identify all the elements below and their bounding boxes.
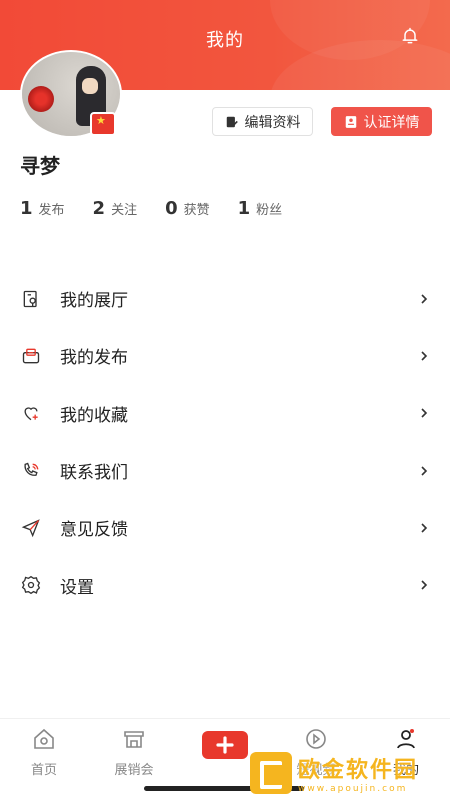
- menu-item-label: 我的发布: [60, 348, 128, 369]
- id-card-icon: [345, 115, 356, 128]
- menu-item-feedback[interactable]: 意见反馈: [0, 499, 450, 556]
- chevron-right-icon: [421, 465, 428, 476]
- stat-number: 1: [237, 198, 251, 219]
- stat-number: 0: [165, 198, 178, 219]
- stat-following[interactable]: 2 关注: [93, 198, 138, 219]
- profile-menu: 我的展厅 我的发布 我的收藏 联系我们 意见反馈 设置: [0, 270, 450, 614]
- stat-number: 1: [20, 198, 33, 219]
- menu-item-label: 我的展厅: [60, 291, 128, 312]
- stat-likes[interactable]: 0 获赞: [165, 198, 210, 219]
- tab-exhibition[interactable]: 展销会: [94, 727, 174, 778]
- menu-item-publish[interactable]: 我的发布: [0, 327, 450, 384]
- send-feedback-icon: [20, 517, 42, 539]
- edit-icon: [226, 116, 238, 127]
- stat-number: 2: [92, 198, 106, 219]
- add-post-button[interactable]: [202, 731, 248, 759]
- profile-icon: [397, 729, 415, 749]
- tab-label: 首页: [30, 763, 57, 778]
- menu-item-label: 联系我们: [60, 463, 128, 484]
- phone-icon: [20, 460, 42, 482]
- chevron-right-icon: [421, 580, 428, 590]
- stat-posts[interactable]: 1 发布: [20, 198, 65, 219]
- stat-label: 发布: [38, 203, 65, 218]
- menu-item-label: 我的收藏: [60, 405, 128, 426]
- home-icon: [34, 728, 54, 749]
- publish-icon: [20, 345, 42, 367]
- username: 寻梦: [20, 154, 60, 178]
- chevron-right-icon: [421, 523, 428, 533]
- menu-item-favorites[interactable]: 我的收藏: [0, 385, 450, 442]
- page-title: 我的: [206, 30, 244, 51]
- watermark-url: www.apoujin.com: [298, 784, 408, 794]
- chevron-right-icon: [421, 351, 428, 361]
- menu-item-settings[interactable]: 设置: [0, 556, 450, 613]
- menu-item-contact[interactable]: 联系我们: [0, 442, 450, 499]
- tab-label: 展销会: [114, 763, 154, 778]
- stat-label: 获赞: [183, 203, 210, 218]
- watermark: 欧金软件园 www.apoujin.com: [250, 750, 445, 796]
- chevron-right-icon: [421, 294, 428, 304]
- settings-gear-icon: [20, 574, 42, 596]
- watermark-logo-icon: [250, 752, 292, 794]
- tab-home[interactable]: 首页: [4, 727, 84, 778]
- certification-details-button[interactable]: 认证详情: [331, 107, 432, 136]
- bell-icon[interactable]: [400, 26, 420, 46]
- video-icon: [306, 729, 326, 749]
- certification-label: 认证详情: [363, 114, 420, 131]
- menu-item-showroom[interactable]: 我的展厅: [0, 270, 450, 327]
- watermark-text: 欧金软件园: [298, 758, 419, 783]
- edit-profile-label: 编辑资料: [244, 114, 301, 131]
- menu-item-label: 设置: [60, 577, 94, 598]
- stat-label: 粉丝: [256, 203, 283, 218]
- stat-label: 关注: [111, 203, 138, 218]
- edit-profile-button[interactable]: 编辑资料: [212, 107, 313, 136]
- stats-row: 1 发布 2 关注 0 获赞 1 粉丝: [20, 198, 310, 219]
- showroom-icon: [20, 288, 42, 310]
- favorite-heart-icon: [20, 402, 42, 424]
- menu-item-label: 意见反馈: [60, 520, 128, 541]
- stat-followers[interactable]: 1 粉丝: [238, 198, 283, 219]
- exhibition-icon: [124, 731, 144, 748]
- plus-icon: [216, 736, 234, 754]
- flag-badge-icon: [90, 112, 116, 136]
- chevron-right-icon: [421, 408, 428, 418]
